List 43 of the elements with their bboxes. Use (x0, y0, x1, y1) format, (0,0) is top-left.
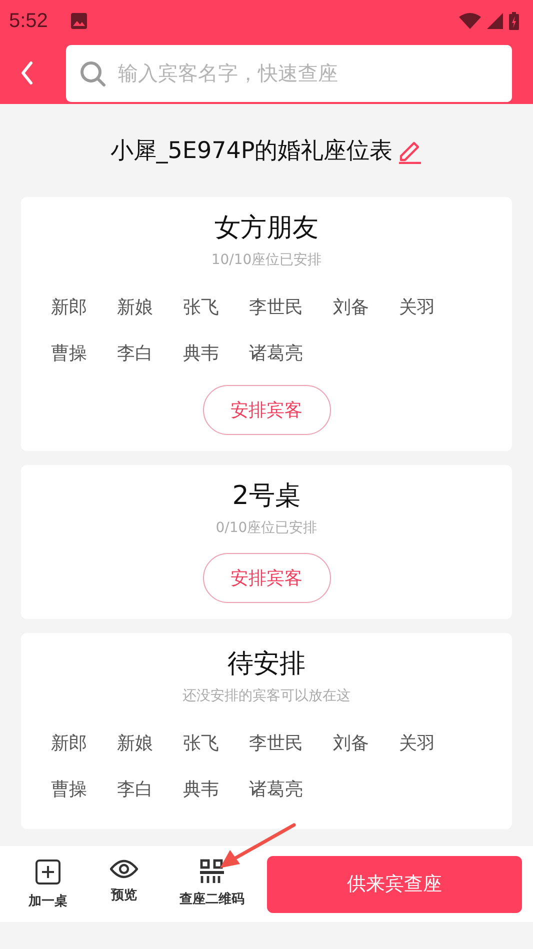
back-icon (20, 61, 34, 85)
guest-name[interactable]: 新郎 (51, 285, 87, 331)
guest-name[interactable]: 典韦 (183, 331, 219, 377)
status-time: 5:52 (9, 10, 48, 32)
table-name: 女方朋友 (214, 212, 318, 245)
image-icon (70, 12, 88, 30)
guest-name[interactable]: 曹操 (51, 331, 87, 377)
guest-name[interactable]: 李白 (117, 767, 153, 813)
guest-name[interactable]: 典韦 (183, 767, 219, 813)
guest-name[interactable]: 新娘 (117, 285, 153, 331)
guest-name[interactable]: 新娘 (117, 721, 153, 767)
search-icon (80, 60, 106, 86)
page-title: 小犀_5E974P的婚礼座位表 (110, 137, 393, 166)
guest-name[interactable]: 刘备 (333, 285, 369, 331)
guest-name[interactable]: 李世民 (249, 285, 303, 331)
guest-name[interactable]: 关羽 (399, 721, 435, 767)
arrange-guests-button[interactable]: 安排宾客 (202, 385, 330, 435)
guest-name[interactable]: 刘备 (333, 721, 369, 767)
guest-name[interactable]: 诸葛亮 (249, 331, 303, 377)
add-table-button[interactable]: 加一桌 (10, 858, 86, 910)
qr-code-icon (200, 858, 224, 882)
seat-count: 还没安排的宾客可以放在这 (182, 687, 350, 705)
add-icon (35, 858, 61, 884)
preview-button[interactable]: 预览 (86, 858, 162, 910)
guest-name[interactable]: 诸葛亮 (249, 767, 303, 813)
qr-code-button[interactable]: 查座二维码 (162, 858, 262, 910)
signal-icon (487, 13, 503, 29)
arrange-guests-button[interactable]: 安排宾客 (202, 553, 330, 603)
wifi-icon (459, 13, 481, 29)
search-field[interactable]: 输入宾客名字，快速查座 (66, 44, 512, 102)
eye-icon (110, 858, 138, 878)
guest-name[interactable]: 李白 (117, 331, 153, 377)
table-name: 2号桌 (232, 480, 301, 513)
guest-name[interactable]: 张飞 (183, 721, 219, 767)
guest-name[interactable]: 新郎 (51, 721, 87, 767)
guest-name[interactable]: 曹操 (51, 767, 87, 813)
guest-name[interactable]: 关羽 (399, 285, 435, 331)
guest-name[interactable]: 李世民 (249, 721, 303, 767)
battery-icon (509, 12, 519, 30)
seat-count: 10/10座位已安排 (211, 251, 322, 269)
seat-count: 0/10座位已安排 (216, 519, 318, 537)
guest-name[interactable]: 张飞 (183, 285, 219, 331)
table-name: 待安排 (228, 648, 306, 681)
